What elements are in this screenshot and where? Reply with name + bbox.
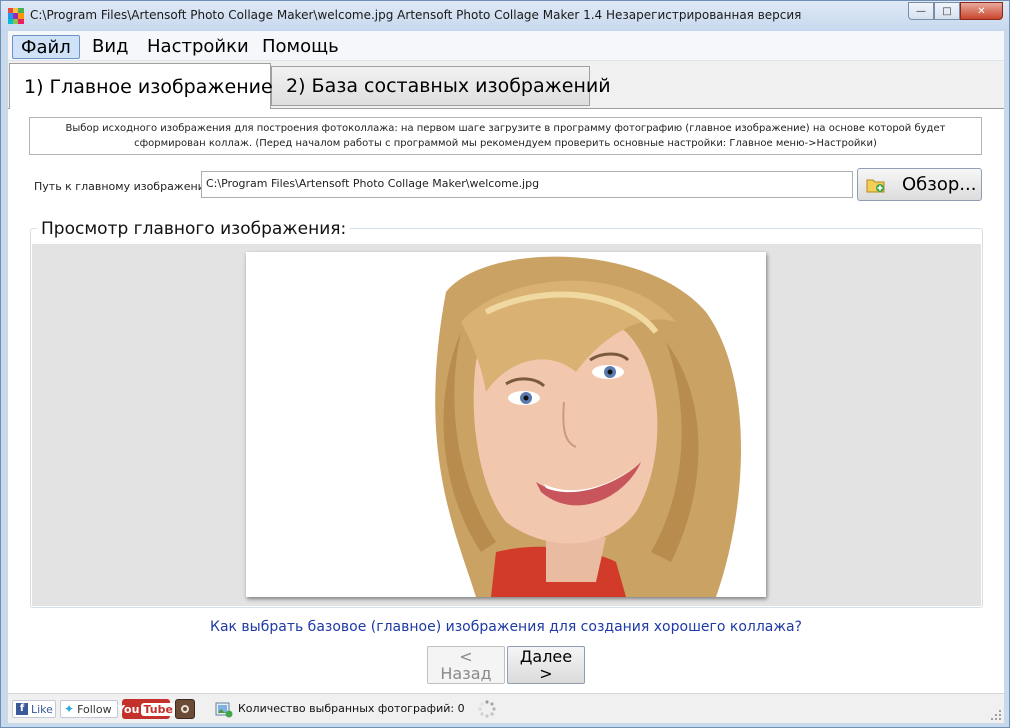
youtube-you: You [117, 702, 140, 716]
back-button[interactable]: < Назад [427, 646, 505, 684]
main-image-panel: Выбор исходного изображения для построен… [8, 108, 1004, 696]
instagram-icon[interactable] [175, 699, 195, 719]
loading-spinner-icon [478, 700, 496, 718]
app-window: C:\Program Files\Artensoft Photo Collage… [0, 0, 1010, 728]
twitter-icon: ✦ [64, 702, 75, 716]
path-input[interactable]: C:\Program Files\Artensoft Photo Collage… [201, 171, 853, 198]
help-link[interactable]: Как выбрать базовое (главное) изображени… [8, 619, 1004, 635]
tab-main-image-label: 1) Главное изображение [24, 75, 273, 98]
minimize-button[interactable]: — [908, 2, 934, 20]
menu-view[interactable]: Вид [84, 35, 137, 59]
preview-group: Просмотр главного изображения: [30, 219, 983, 608]
youtube-button[interactable]: You Tube [117, 699, 175, 719]
window-title: C:\Program Files\Artensoft Photo Collage… [30, 8, 802, 22]
youtube-tube: Tube [141, 702, 175, 716]
resize-grip-icon[interactable] [990, 709, 1002, 721]
path-label: Путь к главному изображению: [34, 180, 218, 193]
close-icon: ✕ [977, 5, 986, 17]
next-arrow: > [539, 664, 553, 683]
menu-bar: Файл Вид Настройки Помощь [8, 31, 1004, 61]
app-icon [8, 8, 24, 24]
tab-main-image[interactable]: 1) Главное изображение [9, 63, 273, 109]
maximize-button[interactable]: □ [934, 2, 960, 20]
maximize-icon: □ [942, 5, 952, 17]
next-label: Далее [519, 647, 573, 666]
tab-database[interactable]: 2) База составных изображений [271, 66, 611, 106]
photos-icon [215, 702, 233, 718]
minimize-icon: — [916, 5, 926, 17]
menu-file[interactable]: Файл [12, 35, 80, 59]
facebook-icon: f [16, 703, 28, 715]
menu-help[interactable]: Помощь [254, 35, 347, 59]
browse-label: Обзор... [902, 174, 977, 195]
preview-area [32, 244, 981, 606]
portrait-photo [246, 252, 766, 597]
back-label: Назад [440, 664, 492, 683]
browse-button[interactable]: Обзор... [857, 168, 982, 201]
facebook-like-button[interactable]: f Like [12, 700, 56, 718]
back-arrow: < [459, 647, 473, 666]
tab-strip: 1) Главное изображение 2) База составных… [8, 61, 1004, 109]
twitter-follow-button[interactable]: ✦ Follow [60, 700, 118, 718]
tab-database-label: 2) База составных изображений [286, 75, 611, 97]
twitter-follow-label: Follow [77, 702, 112, 716]
preview-title: Просмотр главного изображения: [37, 219, 351, 239]
client-area: Файл Вид Настройки Помощь 1) Главное изо… [8, 31, 1004, 723]
menu-settings[interactable]: Настройки [139, 35, 257, 59]
next-button[interactable]: Далее > [507, 646, 585, 684]
instructions-text: Выбор исходного изображения для построен… [29, 117, 982, 155]
close-button[interactable]: ✕ [960, 2, 1003, 20]
window-controls: — □ ✕ [908, 2, 1003, 20]
folder-add-icon [866, 179, 885, 192]
title-bar[interactable]: C:\Program Files\Artensoft Photo Collage… [1, 1, 1009, 31]
status-bar: f Like ✦ Follow You Tube Количество выбр… [8, 693, 1004, 723]
main-image-preview [246, 252, 766, 597]
selected-photos-count: Количество выбранных фотографий: 0 [238, 702, 465, 715]
facebook-like-label: Like [31, 702, 53, 716]
